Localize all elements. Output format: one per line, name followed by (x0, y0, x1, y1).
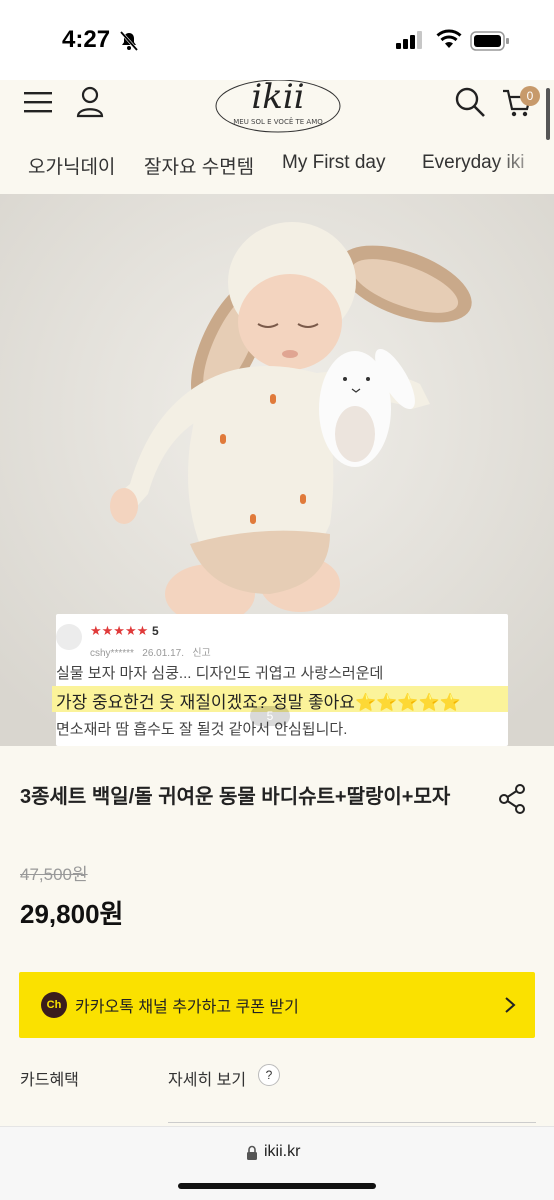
bell-slash-icon (119, 31, 139, 51)
card-benefit-label: 카드혜택 (20, 1072, 79, 1089)
status-bar: 4:27 (0, 0, 554, 80)
status-time: 4:27 (62, 26, 111, 53)
review-text-line1: 실물 보자 마자 심쿵... 디자인도 귀엽고 사랑스러운데 (56, 665, 384, 682)
kakao-channel-coupon-button[interactable]: Ch 카카오톡 채널 추가하고 쿠폰 받기 (19, 972, 535, 1038)
nav-item-my-first-day[interactable]: My First day (282, 152, 385, 174)
kakao-channel-icon: Ch (41, 992, 67, 1018)
logo-text: ikii (251, 80, 304, 117)
review-stars: ★★★★★ (90, 624, 149, 639)
cart-count-badge: 0 (520, 86, 540, 106)
lock-icon (247, 1145, 257, 1160)
category-nav: 오가닉데이 잘자요 수면템 My First day Everyday iki (0, 150, 554, 190)
review-card: ★★★★★ 5 cshy****** 26.01.17. 신고 실물 보자 마자… (52, 614, 508, 746)
nav-item-organic-day[interactable]: 오가닉데이 (28, 152, 115, 179)
wifi-icon (436, 29, 462, 48)
share-icon[interactable] (498, 784, 526, 814)
search-icon[interactable] (454, 86, 486, 118)
site-logo[interactable]: ikii MEU SOL E VOCÊ TE AMO (212, 77, 344, 140)
hamburger-menu-icon[interactable] (24, 90, 52, 116)
reviewer-avatar (56, 624, 82, 650)
original-price: 47,500원 (20, 865, 88, 884)
review-text-line3: 면소재라 땀 흡수도 잘 될것 같아서 안심됩니다. (56, 721, 348, 738)
battery-icon (470, 31, 509, 51)
card-benefit-detail-link[interactable]: 자세히 보기 (168, 1066, 246, 1090)
kakao-button-label: 카카오톡 채널 추가하고 쿠폰 받기 (75, 999, 299, 1016)
help-icon[interactable]: ? (258, 1064, 280, 1086)
review-meta: cshy****** 26.01.17. 신고 (90, 644, 211, 659)
logo-subtext: MEU SOL E VOCÊ TE AMO (233, 117, 323, 126)
product-title: 3종세트 백일/돌 귀여운 동물 바디슈트+딸랑이+모자 (20, 786, 451, 808)
logo-mark: ikii MEU SOL E VOCÊ TE AMO (215, 77, 341, 133)
cellular-signal-icon (396, 31, 422, 49)
review-report: 신고 (192, 648, 211, 659)
site-header: ikii MEU SOL E VOCÊ TE AMO 0 오가닉데이 잘자요 수… (0, 77, 554, 194)
nav-fade (494, 150, 554, 190)
chevron-right-icon (505, 997, 516, 1013)
review-score: 5 (152, 624, 159, 638)
nav-item-sleep[interactable]: 잘자요 수면템 (144, 152, 254, 179)
user-icon[interactable] (76, 86, 104, 118)
product-image-carousel[interactable]: ★★★★★ 5 cshy****** 26.01.17. 신고 실물 보자 마자… (0, 194, 554, 746)
page-scrollbar[interactable] (546, 88, 550, 140)
url-text[interactable]: ikii.kr (264, 1143, 300, 1161)
browser-address-bar[interactable]: ikii.kr (0, 1126, 554, 1200)
review-date: 26.01.17. (142, 648, 184, 659)
home-indicator[interactable] (178, 1183, 376, 1189)
slide-indicator: 5 (250, 706, 290, 726)
review-user: cshy****** (90, 648, 134, 659)
sale-price: 29,800원 (20, 899, 124, 929)
product-info: 3종세트 백일/돌 귀여운 동물 바디슈트+딸랑이+모자 47,500원 29,… (0, 746, 554, 1126)
